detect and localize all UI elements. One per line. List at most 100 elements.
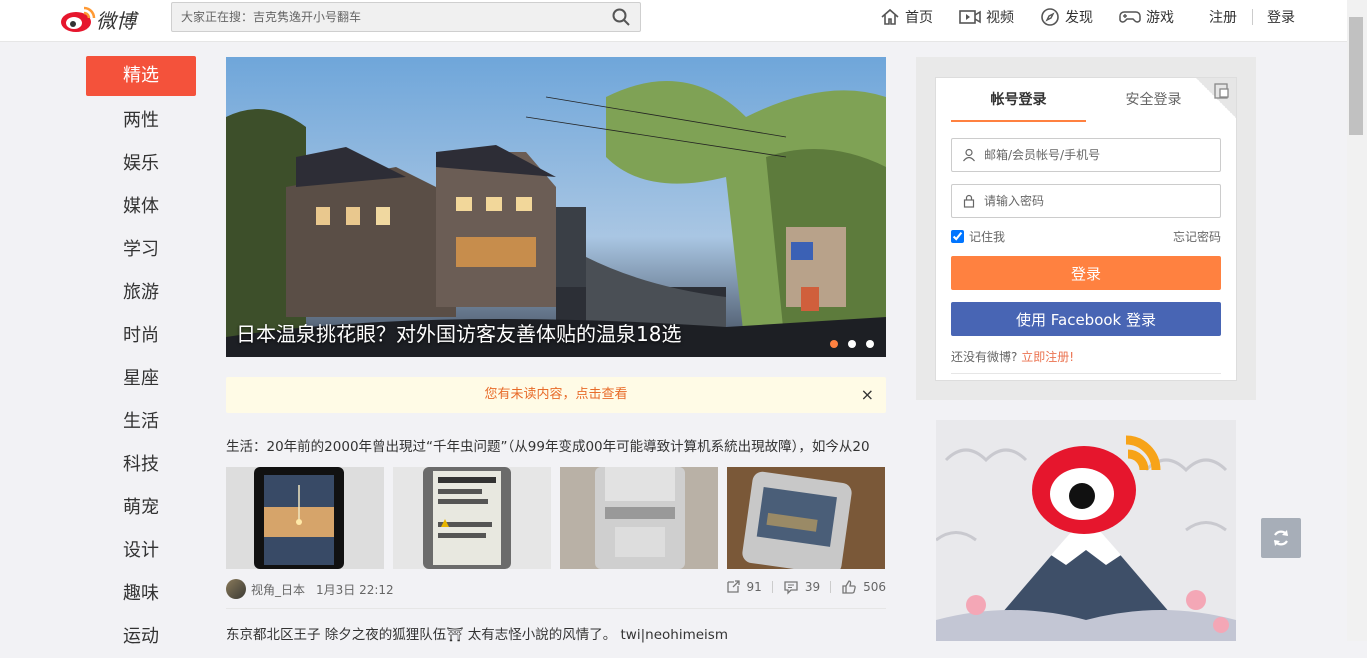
video-icon (959, 10, 981, 24)
qr-login-corner[interactable] (1196, 78, 1236, 118)
sidebar-item-fun[interactable]: 趣味 (86, 572, 196, 615)
comment-icon[interactable] (783, 579, 799, 595)
post-text[interactable]: 东京都北区王子 除夕之夜的狐狸队伍⛩ 太有志怪小說的风情了。 twi|neohi… (226, 623, 728, 643)
carousel-dot[interactable] (830, 340, 838, 348)
remember-me[interactable]: 记住我 (951, 228, 1005, 245)
post-actions: 91 39 506 (725, 579, 886, 595)
login-box: 帐号登录 安全登录 记住我 忘记密码 (935, 77, 1237, 381)
logo-text: 微博 (96, 9, 136, 33)
register-link[interactable]: 注册 (1209, 0, 1237, 34)
phone-photo-4 (727, 467, 885, 569)
login-link[interactable]: 登录 (1267, 0, 1295, 34)
sidebar-item-relationships[interactable]: 两性 (86, 99, 196, 142)
hero-image (226, 57, 886, 357)
post-time[interactable]: 1月3日 22:12 (316, 581, 394, 598)
login-button[interactable]: 登录 (951, 256, 1221, 290)
home-icon (881, 8, 899, 25)
nav-label: 视频 (986, 10, 1014, 26)
sidebar-item-pets[interactable]: 萌宠 (86, 486, 196, 529)
search-box (171, 2, 641, 32)
no-account-text: 还没有微博? (951, 350, 1018, 364)
repost-icon[interactable] (725, 579, 741, 595)
qr-code-icon (1214, 83, 1229, 99)
hero-carousel[interactable]: 日本温泉挑花眼？对外国访客友善体贴的温泉18选 (226, 57, 886, 357)
post-image[interactable] (393, 467, 551, 569)
tab-account-login[interactable]: 帐号登录 (951, 78, 1086, 122)
avatar[interactable] (226, 579, 246, 599)
remember-row: 记住我 忘记密码 (951, 228, 1221, 245)
advertisement-banner[interactable] (936, 420, 1236, 641)
lock-icon (963, 194, 975, 208)
carousel-dot[interactable] (848, 340, 856, 348)
nav-games[interactable]: 游戏 (1119, 0, 1174, 34)
register-now-link[interactable]: 立即注册! (1021, 350, 1074, 364)
login-tabs: 帐号登录 安全登录 (951, 78, 1221, 122)
nav-discover[interactable]: 发现 (1040, 0, 1093, 34)
login-panel: 帐号登录 安全登录 记住我 忘记密码 (916, 57, 1256, 400)
register-prompt: 还没有微博? 立即注册! (951, 348, 1074, 365)
main-feed: 日本温泉挑花眼？对外国访客友善体贴的温泉18选 您有未读内容，点击查看 × 生活… (226, 57, 886, 643)
unread-notice[interactable]: 您有未读内容，点击查看 × (226, 377, 886, 413)
user-icon (963, 148, 975, 162)
repost-count[interactable]: 91 (747, 580, 762, 594)
sidebar-item-design[interactable]: 设计 (86, 529, 196, 572)
nav-label: 游戏 (1146, 10, 1174, 26)
sidebar-item-horoscope[interactable]: 星座 (86, 357, 196, 400)
scrollbar-thumb[interactable] (1349, 17, 1363, 135)
nav-video[interactable]: 视频 (959, 0, 1014, 34)
refresh-button[interactable] (1261, 518, 1301, 558)
login-label: 登录 (1267, 10, 1295, 26)
remember-label: 记住我 (969, 230, 1006, 244)
post-text[interactable]: 生活：20年前的2000年曾出現过“千年虫问题”（从99年变成00年可能導致计算… (226, 435, 886, 455)
facebook-login-button[interactable]: 使用 Facebook 登录 (951, 302, 1221, 336)
carousel-dot[interactable] (866, 340, 874, 348)
hero-caption[interactable]: 日本温泉挑花眼？对外国访客友善体贴的温泉18选 (236, 318, 681, 347)
carousel-dots (830, 340, 874, 348)
post-image[interactable] (727, 467, 885, 569)
forgot-password-link[interactable]: 忘记密码 (1173, 228, 1221, 245)
sidebar-item-travel[interactable]: 旅游 (86, 271, 196, 314)
like-icon[interactable] (841, 579, 857, 595)
sidebar-item-sports[interactable]: 运动 (86, 615, 196, 658)
search-icon[interactable] (612, 8, 630, 26)
refresh-icon (1274, 530, 1288, 546)
sidebar-item-life[interactable]: 生活 (86, 400, 196, 443)
login-divider (951, 373, 1221, 374)
compass-icon (1041, 8, 1059, 26)
phone-photo-3 (560, 467, 718, 569)
phone-photo-2 (393, 467, 551, 569)
nav-label: 发现 (1065, 10, 1093, 26)
sidebar-item-media[interactable]: 媒体 (86, 185, 196, 228)
unread-notice-text: 您有未读内容，点击查看 (484, 387, 628, 402)
username-input[interactable] (984, 148, 1214, 162)
nav-home[interactable]: 首页 (880, 0, 933, 34)
action-divider (771, 581, 773, 593)
sidebar-item-featured[interactable]: 精选 (86, 56, 196, 96)
sidebar-item-entertainment[interactable]: 娱乐 (86, 142, 196, 185)
gamepad-icon (1119, 11, 1141, 23)
comment-count[interactable]: 39 (805, 580, 820, 594)
post-image[interactable] (560, 467, 718, 569)
post-images (226, 467, 885, 569)
sidebar-item-study[interactable]: 学习 (86, 228, 196, 271)
weibo-fuji-illustration (936, 420, 1236, 641)
post-divider (226, 608, 886, 609)
nav-label: 首页 (905, 10, 933, 26)
author-name[interactable]: 视角_日本 (251, 581, 305, 598)
post-image[interactable] (226, 467, 384, 569)
category-sidebar: 精选 两性 娱乐 媒体 学习 旅游 时尚 星座 生活 科技 萌宠 设计 趣味 运… (86, 56, 196, 658)
nav-divider (1252, 9, 1253, 25)
like-count[interactable]: 506 (863, 580, 886, 594)
sidebar-item-tech[interactable]: 科技 (86, 443, 196, 486)
password-input[interactable] (984, 194, 1214, 208)
password-field (951, 184, 1221, 218)
action-divider (830, 581, 832, 593)
remember-checkbox[interactable] (951, 230, 964, 243)
search-input[interactable] (172, 3, 592, 31)
username-field (951, 138, 1221, 172)
close-icon[interactable]: × (861, 377, 874, 413)
post-meta: 视角_日本 1月3日 22:12 91 39 506 (226, 577, 886, 601)
top-navbar: 微博 首页 视频 发现 游戏 注册 登录 (0, 0, 1347, 42)
scrollbar[interactable] (1347, 0, 1367, 641)
sidebar-item-fashion[interactable]: 时尚 (86, 314, 196, 357)
